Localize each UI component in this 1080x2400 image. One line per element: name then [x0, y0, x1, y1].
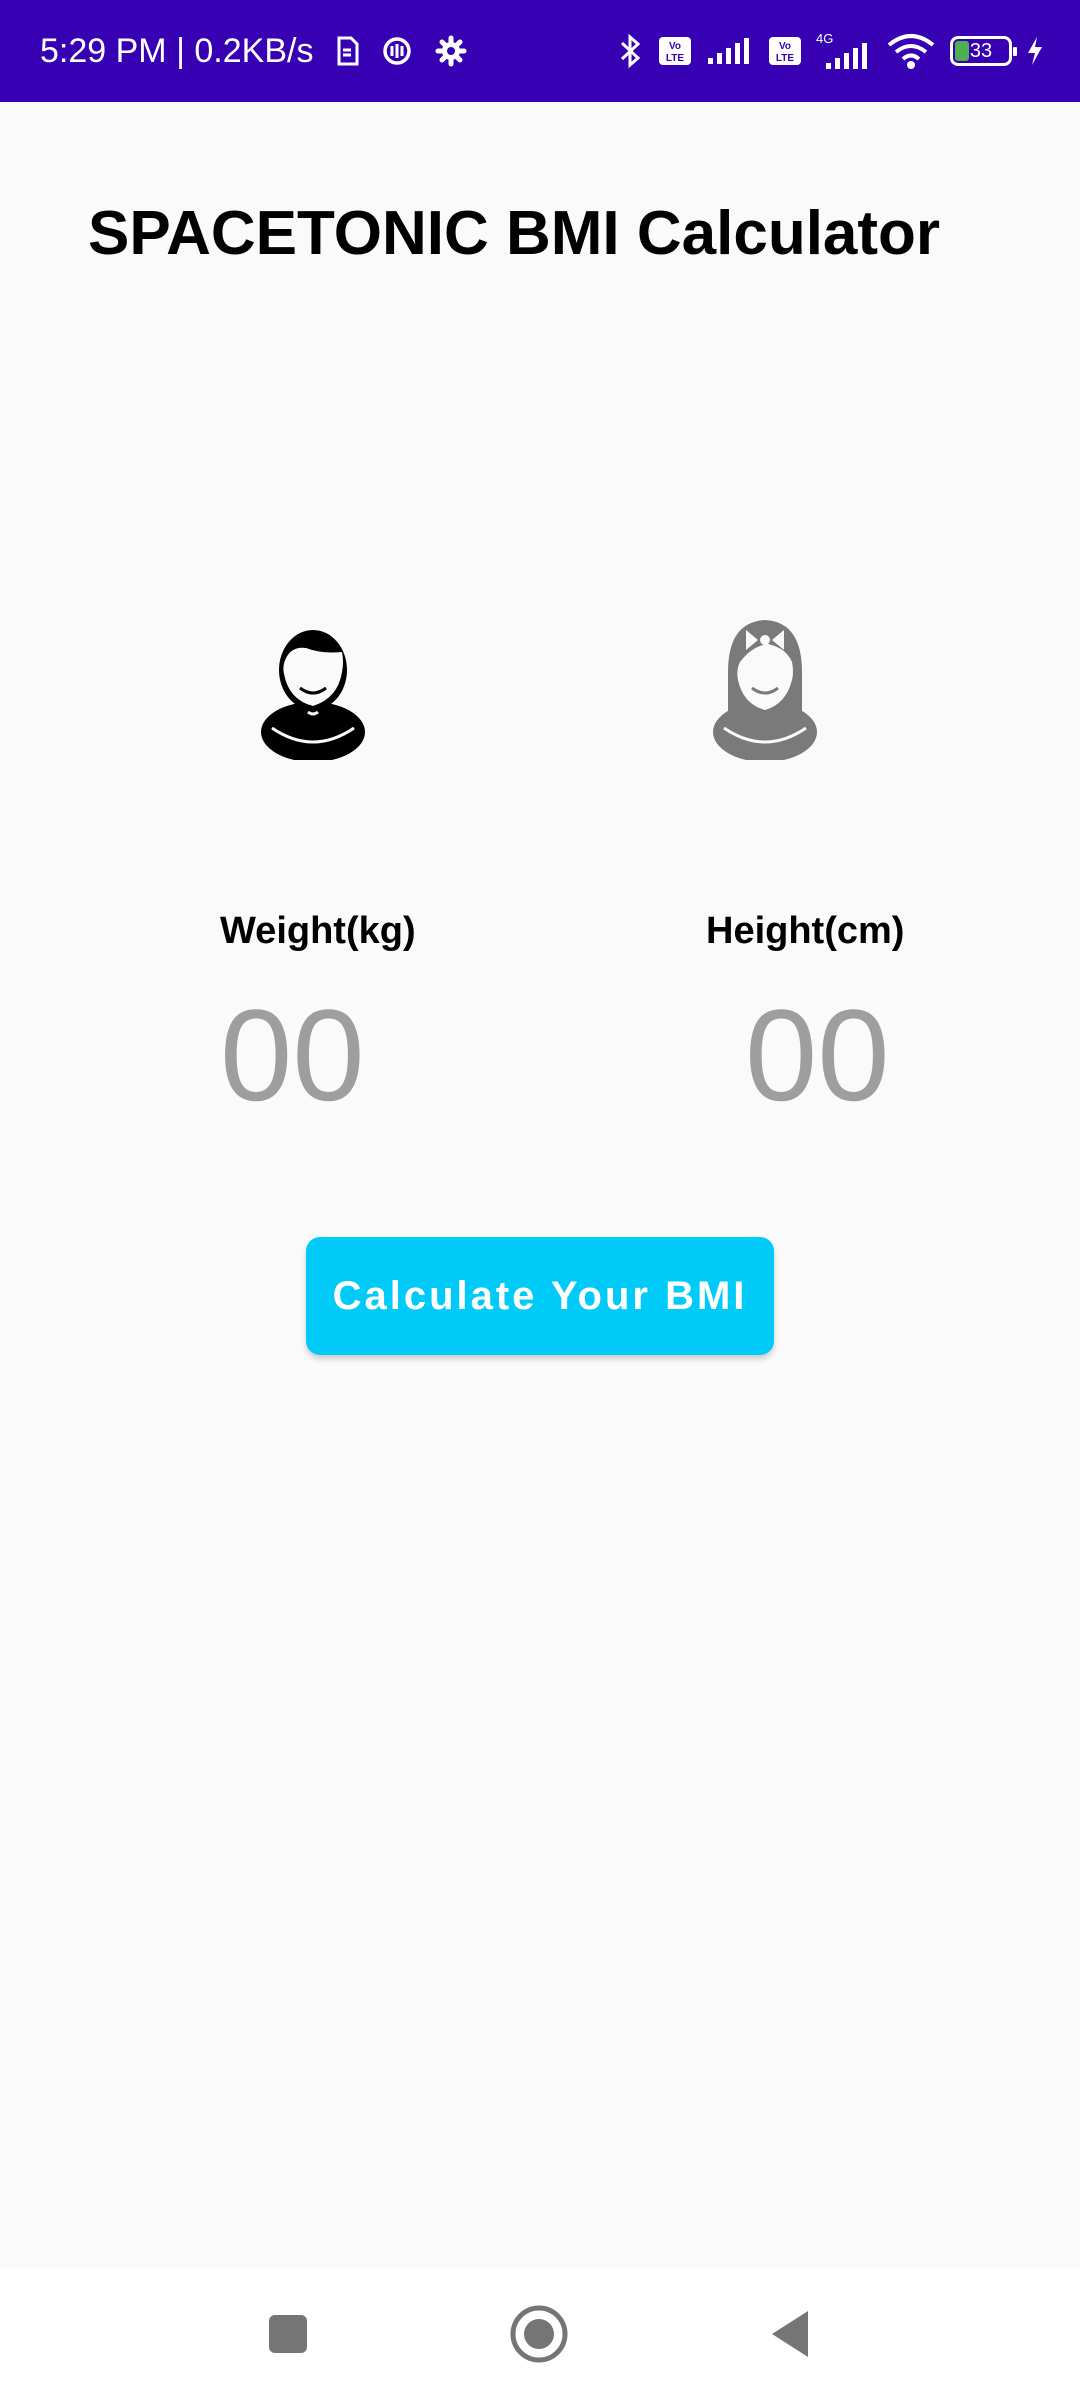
svg-text:Vo: Vo [779, 41, 791, 52]
sync-icon [383, 37, 412, 65]
svg-text:LTE: LTE [666, 53, 684, 64]
gear-icon [435, 35, 467, 67]
calculate-bmi-button[interactable]: Calculate Your BMI [306, 1237, 774, 1355]
status-left: 5:29 PM | 0.2KB/s [40, 32, 467, 71]
signal-icon [708, 38, 749, 64]
weight-label: Weight(kg) [220, 910, 416, 952]
status-time: 5:29 PM | 0.2KB/s [40, 31, 314, 70]
svg-text:LTE: LTE [776, 53, 794, 64]
bluetooth-icon [620, 33, 641, 69]
female-avatar-icon[interactable] [700, 600, 830, 762]
back-icon[interactable] [754, 2298, 826, 2370]
volte-icon: Vo LTE [659, 37, 691, 65]
home-icon[interactable] [503, 2298, 575, 2370]
charging-icon [1028, 37, 1042, 65]
svg-text:Vo: Vo [669, 41, 681, 52]
page-title: SPACETONIC BMI Calculator [88, 199, 941, 268]
wifi-icon [887, 34, 935, 69]
signal-4g-icon: 4G [816, 31, 867, 69]
status-right: Vo LTE Vo LTE 4G 33 [618, 31, 1044, 71]
recent-apps-icon[interactable] [252, 2298, 324, 2370]
volte-icon: Vo LTE [769, 37, 801, 65]
svg-text:4G: 4G [816, 31, 833, 46]
height-input[interactable] [745, 980, 945, 1130]
status-bar: 5:29 PM | 0.2KB/s Vo LTE Vo LTE 4G 33 [0, 0, 1080, 102]
sim-icon [337, 36, 359, 66]
battery-icon: 33 [950, 36, 1017, 66]
weight-input[interactable] [220, 980, 420, 1130]
height-label: Height(cm) [706, 910, 905, 952]
navigation-bar [0, 2268, 1080, 2400]
male-avatar-icon[interactable] [248, 600, 378, 762]
